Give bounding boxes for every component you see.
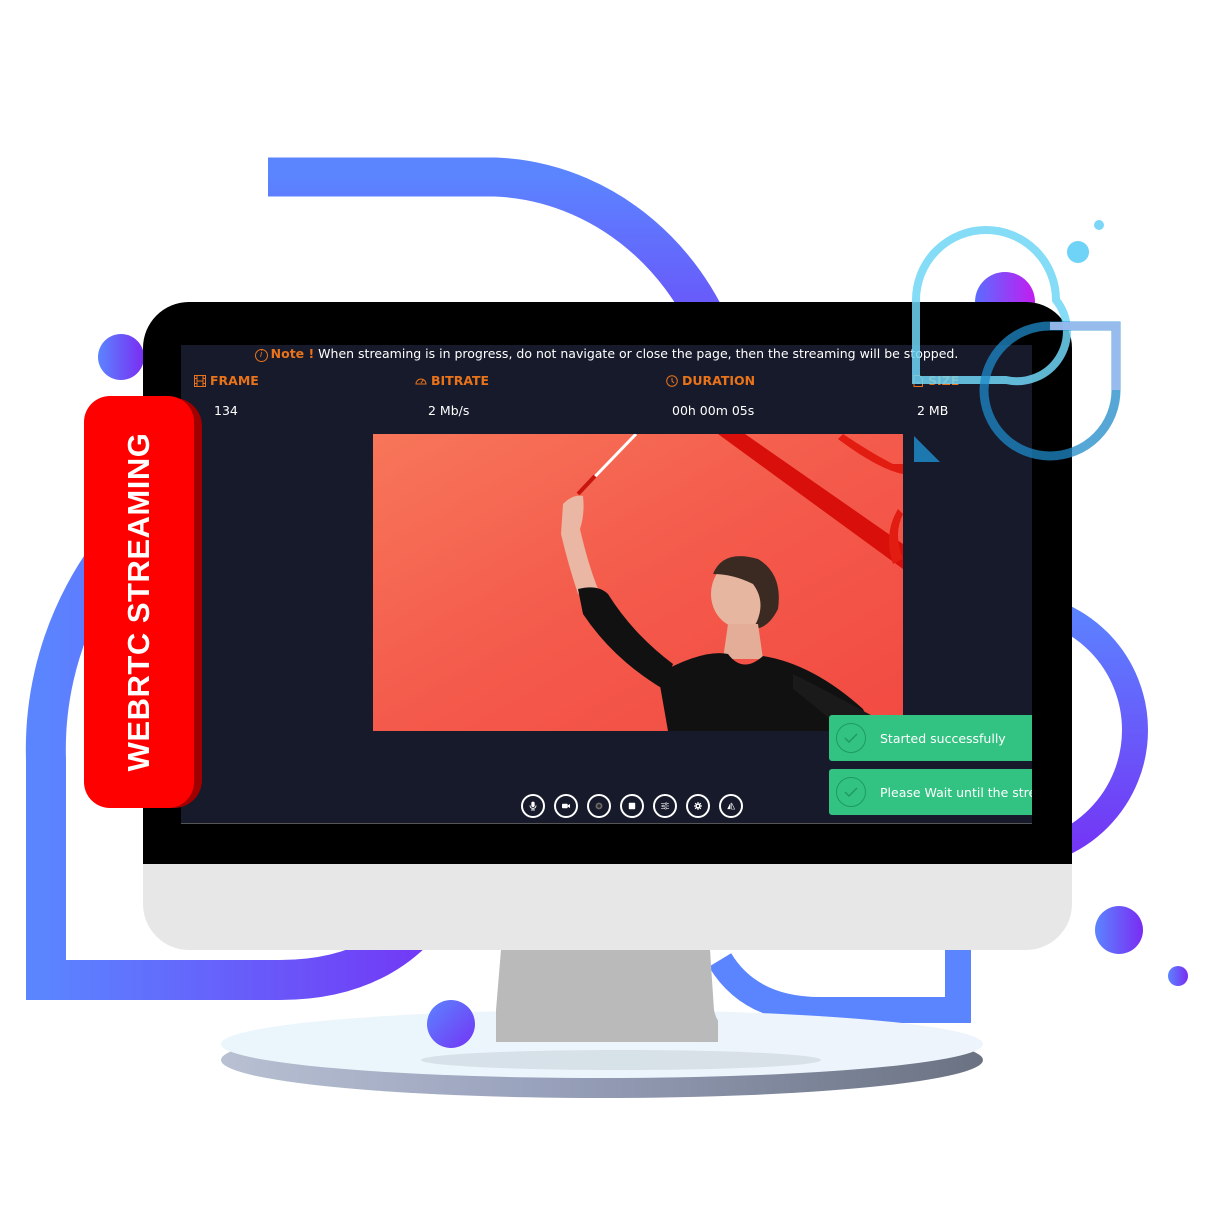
stat-bitrate-header: BITRATE: [415, 373, 489, 388]
cyan-dot-small: [1094, 220, 1104, 230]
toast-please-wait[interactable]: Please Wait until the stream: [829, 769, 1032, 815]
flip-icon: [727, 802, 735, 810]
stat-frame-value: 134: [214, 403, 238, 418]
film-icon: [194, 374, 206, 387]
stop-icon: [628, 802, 636, 810]
stop-button[interactable]: [620, 794, 644, 818]
stat-frame-label: FRAME: [210, 373, 259, 388]
streaming-screen: i Note ! When streaming is in progress, d…: [181, 345, 1032, 824]
clock-icon: [666, 374, 678, 387]
note-prefix: Note !: [270, 346, 315, 361]
check-circle-icon: [836, 723, 866, 753]
video-camera-icon: [562, 803, 570, 809]
info-icon: i: [254, 349, 268, 362]
mirror-button[interactable]: [719, 794, 743, 818]
stat-frame-header: FRAME: [194, 373, 259, 388]
webrtc-streaming-badge: WEBRTC STREAMING: [84, 396, 194, 808]
right-dot-small: [1168, 966, 1188, 986]
left-dot: [98, 334, 144, 380]
stat-bitrate-value: 2 Mb/s: [428, 403, 470, 418]
stat-duration-label: DURATION: [682, 373, 756, 388]
note-message: When streaming is in progress, do not na…: [314, 346, 959, 361]
stand-dot: [427, 1000, 475, 1048]
microphone-icon: [529, 801, 537, 811]
stream-controls: [521, 794, 743, 818]
stat-size-label: SIZE: [928, 373, 960, 388]
sliders-icon: [661, 802, 669, 810]
check-circle-icon: [836, 777, 866, 807]
gauge-icon: [415, 378, 427, 384]
stat-bitrate-label: BITRATE: [431, 373, 490, 388]
monitor-chin: [143, 864, 1072, 950]
settings-button[interactable]: [686, 794, 710, 818]
record-button[interactable]: [587, 794, 611, 818]
adjustments-button[interactable]: [653, 794, 677, 818]
toast-message: Please Wait until the stream: [880, 784, 1032, 800]
gear-icon: [694, 802, 702, 810]
camera-button[interactable]: [554, 794, 578, 818]
stat-size-value: 2 MB: [917, 403, 949, 418]
warning-note: i Note ! When streaming is in progress, d…: [181, 346, 1032, 362]
right-dot-large: [1095, 906, 1143, 954]
record-icon: [595, 802, 603, 810]
stat-size-header: SIZE: [912, 373, 959, 388]
cyan-dot-large: [1067, 241, 1089, 263]
stat-duration-header: DURATION: [666, 373, 755, 388]
file-icon: [913, 374, 923, 387]
monitor-stand-neck: [496, 950, 718, 1042]
toast-started[interactable]: Started successfully: [829, 715, 1032, 761]
badge-label: WEBRTC STREAMING: [121, 432, 156, 772]
toast-message: Started successfully: [880, 730, 1006, 746]
stat-duration-value: 00h 00m 05s: [672, 403, 755, 418]
microphone-button[interactable]: [521, 794, 545, 818]
video-preview: [373, 434, 903, 731]
